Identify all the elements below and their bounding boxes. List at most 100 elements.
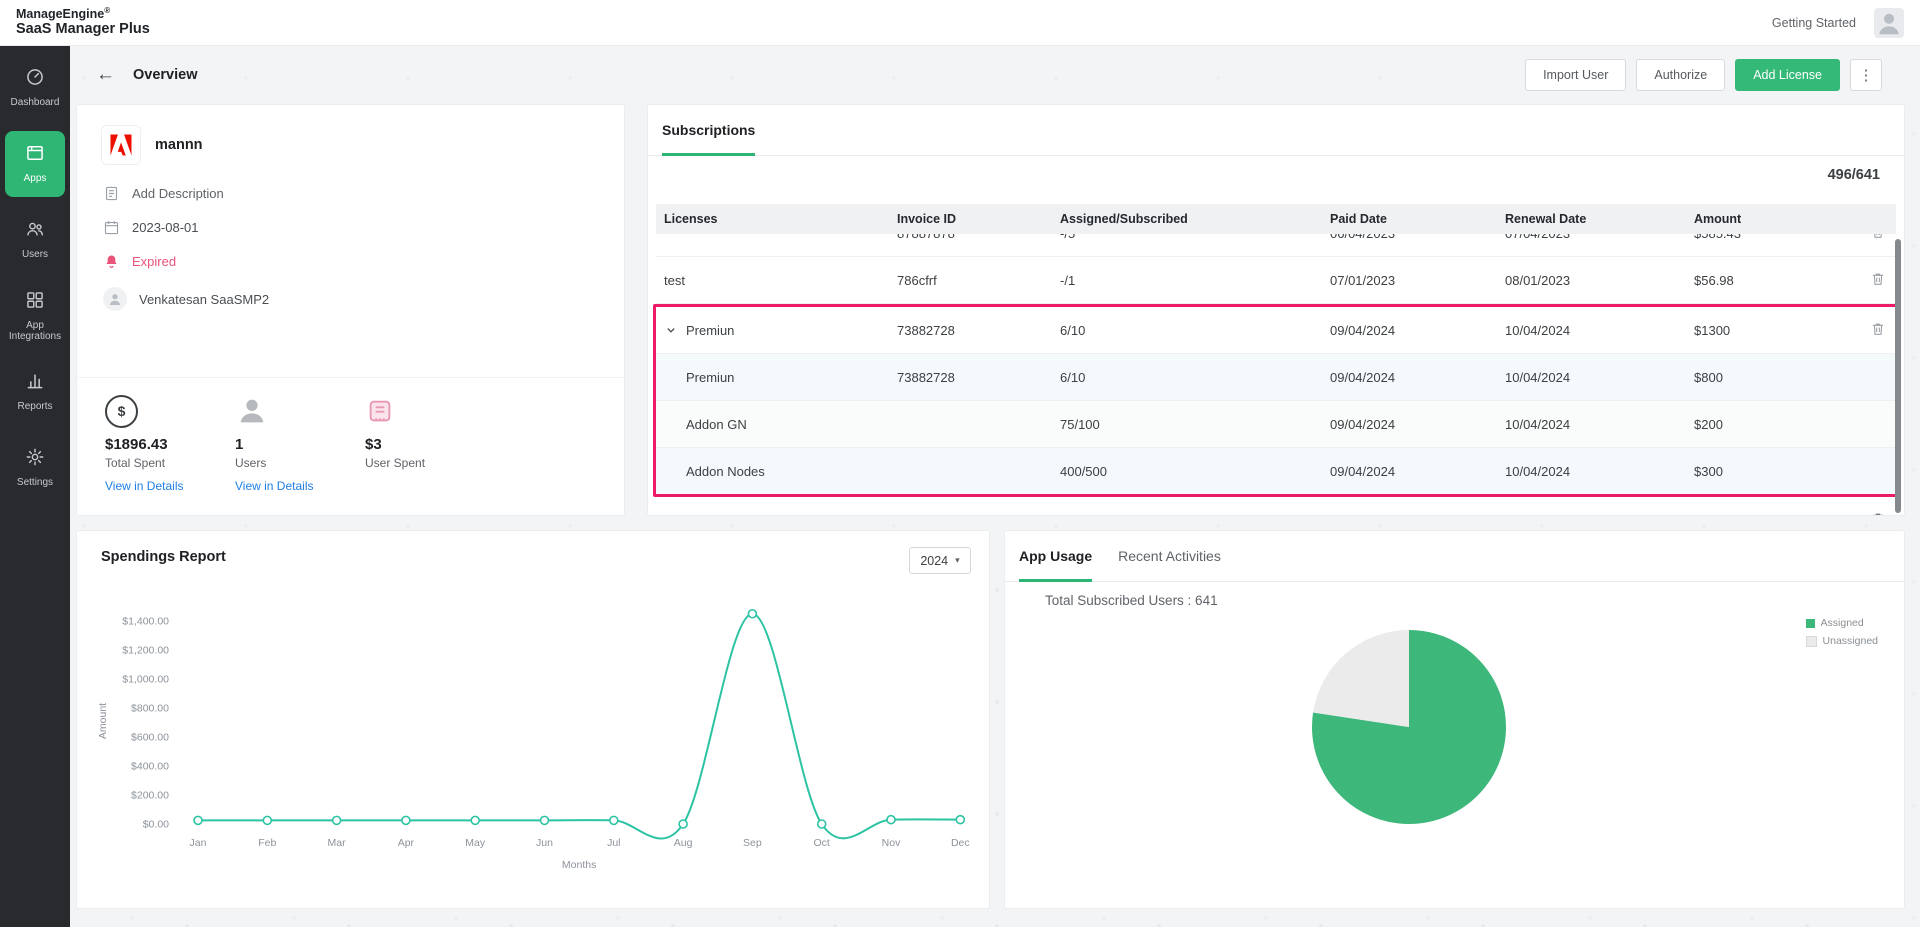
import-user-button[interactable]: Import User — [1525, 59, 1627, 91]
svg-text:$1,000.00: $1,000.00 — [122, 674, 169, 686]
top-header: ManageEngine® SaaS Manager Plus Getting … — [0, 0, 1920, 46]
sidebar-item-apps[interactable]: Apps — [0, 126, 70, 202]
svg-text:Apr: Apr — [398, 837, 415, 849]
svg-text:Oct: Oct — [814, 837, 830, 849]
table-row-sub[interactable]: Premiun 73882728 6/10 09/04/2024 10/04/2… — [656, 354, 1896, 401]
table-row-sub[interactable]: Addon Nodes 400/500 09/04/2024 10/04/202… — [656, 448, 1896, 494]
svg-text:$400.00: $400.00 — [131, 761, 169, 773]
back-arrow-icon[interactable]: ← — [96, 64, 115, 86]
sidebar-item-dashboard[interactable]: Dashboard — [0, 50, 70, 126]
amount: $56.98 — [1694, 272, 1734, 288]
sidebar-item-settings[interactable]: Settings — [0, 430, 70, 506]
col-renewal-date: Renewal Date — [1505, 212, 1587, 226]
amount: $200 — [1694, 416, 1723, 432]
brand-logo: ManageEngine® SaaS Manager Plus — [16, 6, 150, 38]
kebab-icon: ⋮ — [1858, 67, 1874, 84]
stat-value: 1 — [235, 436, 244, 453]
scrollbar-thumb[interactable] — [1895, 239, 1901, 513]
usage-card: App Usage Recent Activities Total Subscr… — [1004, 530, 1905, 909]
svg-text:Sep: Sep — [743, 837, 762, 849]
license-name: Addon Nodes — [686, 463, 765, 479]
assigned-subscribed: 6/10 — [1060, 369, 1086, 385]
app-description-row[interactable]: Add Description — [103, 185, 624, 202]
clipped-row-top: 87887878 -/5 06/04/2023 07/04/2023 $585.… — [656, 234, 1896, 257]
spendings-line-chart: $0.00 $200.00 $400.00 $600.00 $800.00 $1,000.… — [97, 608, 970, 871]
trash-icon[interactable] — [1870, 234, 1886, 240]
trash-icon[interactable] — [1870, 271, 1886, 287]
invoice-id: 73882728 — [897, 369, 955, 385]
assigned-subscribed: 75/100 — [1060, 416, 1100, 432]
sidebar-item-app-integrations[interactable]: App Integrations — [0, 278, 70, 354]
chevron-down-icon[interactable] — [664, 323, 678, 337]
renewal-date: 10/04/2024 — [1505, 322, 1571, 338]
license-name: Premiun G — [686, 513, 748, 516]
chevron-down-icon[interactable] — [664, 513, 678, 515]
svg-text:Dec: Dec — [951, 837, 970, 849]
table-header: Licenses Invoice ID Assigned/Subscribed … — [656, 204, 1896, 234]
table-row[interactable]: Premiun G 73882728 0/2 09/04/2024 10/04/… — [656, 497, 1896, 516]
table-row-expanded-parent[interactable]: Premiun 73882728 6/10 09/04/2024 10/04/2… — [656, 307, 1896, 354]
sidebar-item-label: Settings — [16, 477, 54, 489]
paid-date: 09/04/2024 — [1330, 322, 1396, 338]
app-start-date: 2023-08-01 — [132, 220, 199, 235]
tab-subscriptions[interactable]: Subscriptions — [662, 105, 756, 156]
svg-text:Nov: Nov — [882, 837, 901, 849]
divider — [77, 377, 624, 378]
page-toolbar: ← Overview Import User Authorize Add Lic… — [70, 46, 1920, 104]
subscription-count: 496/641 — [1827, 167, 1880, 183]
person-icon — [1879, 13, 1899, 34]
trash-icon[interactable] — [1870, 321, 1886, 337]
trash-icon[interactable] — [1870, 511, 1886, 515]
user-avatar[interactable] — [1874, 7, 1904, 38]
authorize-button[interactable]: Authorize — [1636, 59, 1726, 91]
license-name: Addon GN — [686, 416, 747, 432]
page-title: Overview — [133, 67, 198, 83]
svg-text:May: May — [465, 837, 486, 849]
svg-text:$1,200.00: $1,200.00 — [122, 645, 169, 657]
topbar-right: Getting Started — [1772, 7, 1904, 38]
product-name: SaaS Manager Plus — [16, 20, 150, 37]
adobe-icon — [110, 134, 132, 156]
svg-text:Amount: Amount — [97, 703, 109, 739]
app-usage-pie-chart — [1312, 630, 1506, 824]
kebab-menu-button[interactable]: ⋮ — [1850, 59, 1882, 91]
sidebar-item-users[interactable]: Users — [0, 202, 70, 278]
owner-avatar — [103, 287, 127, 311]
table-row[interactable]: test 786cfrf -/1 07/01/2023 08/01/2023 $… — [656, 257, 1896, 304]
getting-started-link[interactable]: Getting Started — [1772, 16, 1856, 30]
gear-icon — [25, 447, 45, 472]
stat-value: $1896.43 — [105, 436, 168, 453]
owner-name: Venkatesan SaaSMP2 — [139, 291, 270, 307]
assigned-subscribed: 400/500 — [1060, 463, 1107, 479]
stat-user-spent: $3 User Spent — [365, 393, 469, 493]
view-in-details-link[interactable]: View in Details — [235, 479, 313, 493]
spendings-card: Spendings Report 2024 ▾ $0.00 $200.00 $400… — [76, 530, 990, 909]
amount: $1300 — [1694, 322, 1731, 338]
add-license-button[interactable]: Add License — [1735, 59, 1840, 91]
person-icon — [109, 294, 121, 305]
dollar-icon: $ — [105, 394, 138, 428]
page: ManageEngine® SaaS Manager Plus Getting … — [0, 0, 1920, 927]
app-logo — [101, 125, 141, 165]
view-in-details-link[interactable]: View in Details — [105, 479, 183, 493]
amount: $800 — [1694, 369, 1723, 385]
svg-text:$200.00: $200.00 — [131, 790, 169, 802]
sidebar-item-reports[interactable]: Reports — [0, 354, 70, 430]
amount: $300 — [1694, 463, 1723, 479]
invoice-id: 786cfrf — [897, 272, 937, 288]
sidebar: Dashboard Apps Users App Integrations Re… — [0, 46, 70, 927]
renewal-date: 10/04/2024 — [1505, 416, 1571, 432]
paid-date: 06/04/2023 — [1322, 234, 1497, 241]
license-name: Premiun — [686, 322, 735, 338]
assigned-subscribed: 6/10 — [1060, 322, 1086, 338]
col-paid-date: Paid Date — [1330, 212, 1387, 226]
user-silhouette-icon — [240, 399, 264, 423]
app-date-row: 2023-08-01 — [103, 219, 624, 236]
sidebar-item-label: Apps — [23, 173, 47, 185]
table-row-sub[interactable]: Addon GN 75/100 09/04/2024 10/04/2024 $2… — [656, 401, 1896, 448]
table-row[interactable]: 87887878 -/5 06/04/2023 07/04/2023 $585.… — [656, 234, 1896, 256]
sidebar-item-label: Users — [21, 249, 49, 261]
integrations-icon — [25, 290, 45, 315]
svg-text:Jan: Jan — [190, 837, 207, 849]
assigned-subscribed: -/5 — [1052, 234, 1322, 241]
